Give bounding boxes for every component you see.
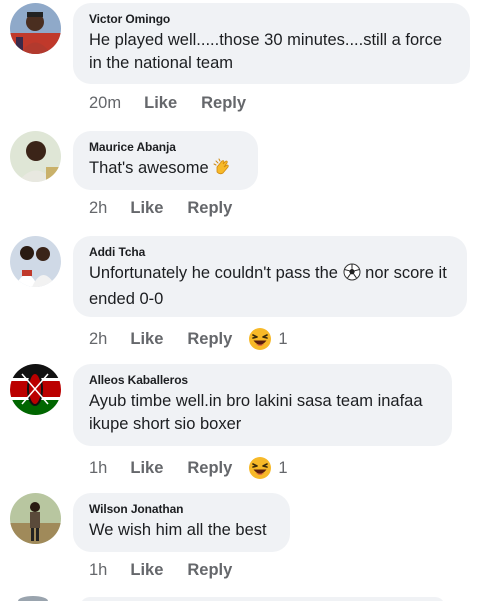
avatar[interactable] xyxy=(10,131,61,182)
reaction-count: 1 xyxy=(278,458,288,477)
timestamp[interactable]: 1h xyxy=(89,459,107,478)
like-button[interactable]: Like xyxy=(130,561,163,580)
reply-button[interactable]: Reply xyxy=(201,94,246,113)
comment-bubble: Victor Omingo He played well.....those 3… xyxy=(73,3,470,84)
avatar[interactable] xyxy=(10,3,61,54)
author-name[interactable]: Alleos Kaballeros xyxy=(89,373,436,388)
author-name[interactable]: Victor Omingo xyxy=(89,12,454,27)
soccer-ball-icon xyxy=(343,263,361,288)
avatar[interactable] xyxy=(10,236,61,287)
reaction-count: 1 xyxy=(278,329,288,348)
laughing-emoji-icon xyxy=(248,456,272,480)
comment-bubble xyxy=(80,597,445,601)
timestamp[interactable]: 2h xyxy=(89,199,107,218)
comment-actions: 1h Like Reply 1 xyxy=(89,456,288,480)
comment-text-content: That's awesome xyxy=(89,159,209,177)
avatar[interactable] xyxy=(18,596,48,601)
author-name[interactable]: Maurice Abanja xyxy=(89,140,242,155)
like-button[interactable]: Like xyxy=(144,94,177,113)
reaction-summary[interactable]: 1 xyxy=(248,456,288,480)
timestamp[interactable]: 1h xyxy=(89,561,107,580)
comment-actions: 1h Like Reply xyxy=(89,561,232,580)
like-button[interactable]: Like xyxy=(130,199,163,218)
comment-text: He played well.....those 30 minutes....s… xyxy=(89,31,443,72)
comment-bubble: Maurice Abanja That's awesome xyxy=(73,131,258,190)
timestamp[interactable]: 2h xyxy=(89,330,107,349)
next-comment-peek xyxy=(0,596,480,601)
avatar[interactable] xyxy=(10,364,61,415)
clapping-hands-icon xyxy=(213,158,231,183)
comment-text: We wish him all the best xyxy=(89,521,267,539)
like-button[interactable]: Like xyxy=(130,459,163,478)
laughing-emoji-icon xyxy=(248,327,272,351)
reply-button[interactable]: Reply xyxy=(187,459,232,478)
timestamp[interactable]: 20m xyxy=(89,94,121,113)
comment-actions: 2h Like Reply xyxy=(89,199,232,218)
comment-text-before: Unfortunately he couldn't pass the xyxy=(89,264,338,282)
reply-button[interactable]: Reply xyxy=(187,561,232,580)
avatar[interactable] xyxy=(10,493,61,544)
author-name[interactable]: Wilson Jonathan xyxy=(89,502,274,517)
comment-text: Ayub timbe well.in bro lakini sasa team … xyxy=(89,392,423,433)
reply-button[interactable]: Reply xyxy=(187,330,232,349)
comment-text: Unfortunately he couldn't pass the nor s… xyxy=(89,262,451,311)
author-name[interactable]: Addi Tcha xyxy=(89,245,451,260)
comment-bubble: Wilson Jonathan We wish him all the best xyxy=(73,493,290,552)
reaction-summary[interactable]: 1 xyxy=(248,327,288,351)
reply-button[interactable]: Reply xyxy=(187,199,232,218)
comment-bubble: Alleos Kaballeros Ayub timbe well.in bro… xyxy=(73,364,452,446)
comment-actions: 20m Like Reply xyxy=(89,94,246,113)
comment-bubble: Addi Tcha Unfortunately he couldn't pass… xyxy=(73,236,467,317)
comment-text: That's awesome xyxy=(89,157,242,183)
comment-actions: 2h Like Reply 1 xyxy=(89,327,288,351)
like-button[interactable]: Like xyxy=(130,330,163,349)
